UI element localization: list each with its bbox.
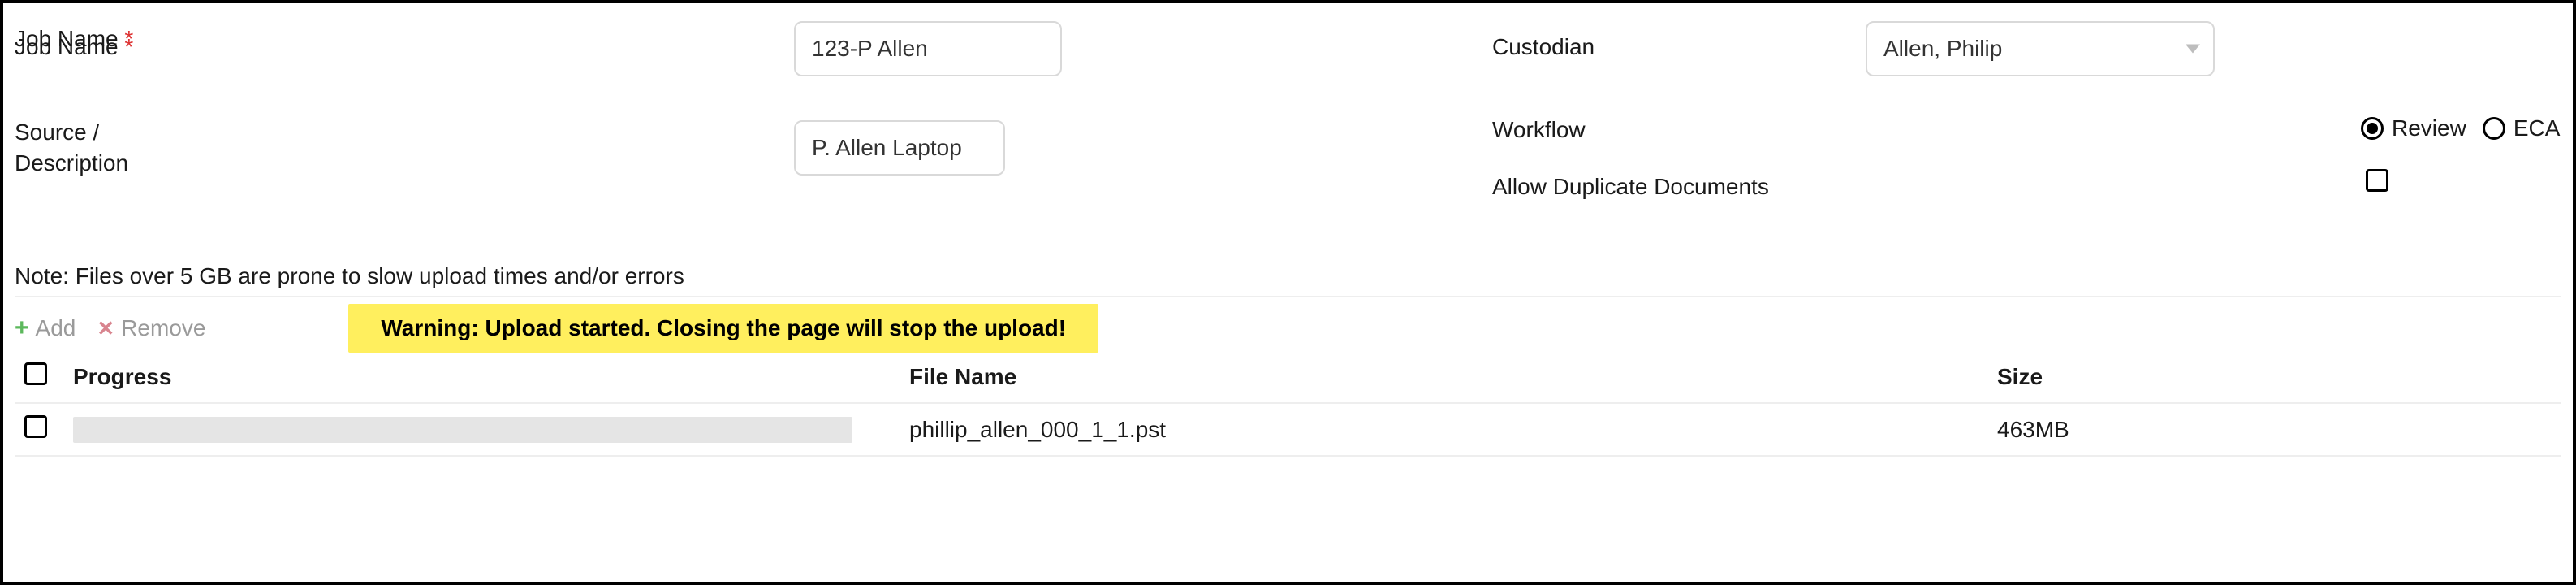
- upload-warning: Warning: Upload started. Closing the pag…: [348, 304, 1098, 353]
- source-description-input[interactable]: [794, 120, 1005, 176]
- source-description-label-text: Source /Description: [15, 119, 128, 176]
- table-row: phillip_allen_000_1_1.pst 463MB: [15, 403, 2561, 456]
- workflow-radio-group: Review ECA: [2361, 109, 2560, 141]
- workflow-review-option[interactable]: Review: [2361, 115, 2466, 141]
- job-name-label: Job Name *: [15, 28, 133, 60]
- upload-note: Note: Files over 5 GB are prone to slow …: [15, 263, 684, 289]
- row-checkbox[interactable]: [24, 415, 47, 438]
- custodian-select[interactable]: Allen, Philip: [1866, 21, 2215, 76]
- header-size: Size: [1987, 351, 2561, 403]
- close-icon: ✕: [97, 316, 114, 341]
- files-table-head: Progress File Name Size: [15, 351, 2561, 403]
- upload-job-form: Job Name * Job Name * Custodian Allen, P…: [0, 0, 2576, 585]
- custodian-label: Custodian: [1492, 28, 1594, 60]
- radio-icon: [2483, 117, 2505, 140]
- allow-duplicates-label: Allow Duplicate Documents: [1492, 167, 1769, 200]
- table-header-row: Progress File Name Size: [15, 351, 2561, 403]
- progress-bar: [73, 417, 852, 443]
- add-button-label: Add: [36, 315, 76, 341]
- remove-button-label: Remove: [121, 315, 205, 341]
- job-name-label-text: Job Name: [15, 34, 119, 59]
- row-file-name: phillip_allen_000_1_1.pst: [900, 403, 1987, 456]
- remove-button[interactable]: ✕ Remove: [97, 315, 205, 341]
- workflow-eca-option[interactable]: ECA: [2483, 115, 2561, 141]
- custodian-select-wrap: Allen, Philip: [1866, 21, 2215, 76]
- workflow-eca-label: ECA: [2513, 115, 2561, 141]
- select-all-checkbox[interactable]: [24, 362, 47, 385]
- plus-icon: +: [15, 314, 29, 342]
- job-name-input[interactable]: [794, 21, 1062, 76]
- files-table-body: phillip_allen_000_1_1.pst 463MB: [15, 403, 2561, 456]
- required-asterisk: *: [124, 34, 133, 59]
- workflow-review-label: Review: [2392, 115, 2466, 141]
- source-description-label: Source /Description: [15, 110, 128, 179]
- row-checkbox-cell: [15, 403, 63, 456]
- row-progress-cell: [63, 403, 900, 456]
- files-table: Progress File Name Size phillip_allen_00…: [15, 351, 2561, 457]
- row-size: 463MB: [1987, 403, 2561, 456]
- radio-icon: [2361, 117, 2384, 140]
- add-button[interactable]: + Add: [15, 314, 76, 342]
- workflow-label: Workflow: [1492, 110, 1586, 143]
- header-checkbox-cell: [15, 351, 63, 403]
- allow-duplicates-checkbox[interactable]: [2366, 169, 2388, 192]
- header-file-name: File Name: [900, 351, 1987, 403]
- header-progress: Progress: [63, 351, 900, 403]
